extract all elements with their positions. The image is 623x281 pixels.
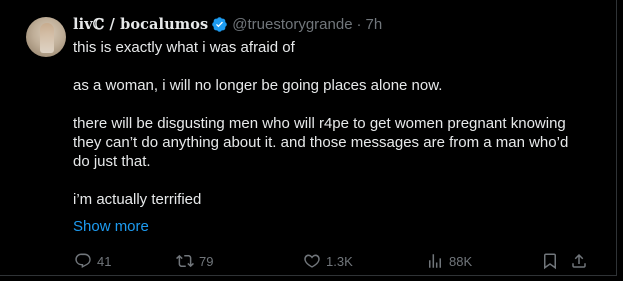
tweet-header: livℂ / bocalumos @truestorygrande · 7h [73,14,382,34]
reply-count: 41 [97,253,112,269]
repost-button[interactable]: 79 [176,250,213,272]
tweet-line: as a woman, i will no longer be going pl… [73,77,443,94]
avatar[interactable] [26,17,66,57]
show-more-link[interactable]: Show more [73,218,149,235]
tweet-text: this is exactly what i was afraid of as … [73,38,573,209]
timestamp[interactable]: 7h [366,16,383,33]
share-icon [572,253,586,268]
tweet-line: i’m actually terrified [73,191,202,208]
avatar-image [40,23,54,53]
views-count: 88K [449,253,473,269]
like-button[interactable]: 1.3K [303,250,353,272]
reply-button[interactable]: 41 [74,250,111,272]
tweet-line: this is exactly what i was afraid of [73,39,295,56]
heart-icon [304,254,320,268]
reply-icon [75,253,91,268]
share-button[interactable] [570,250,588,272]
tweet-line: there will be disgusting men who will r4… [73,115,569,170]
tweet-card[interactable]: livℂ / bocalumos @truestorygrande · 7h t… [0,0,617,276]
bookmark-icon [544,253,556,270]
display-name[interactable]: livℂ / bocalumos [73,16,208,33]
like-count: 1.3K [326,253,353,269]
handle[interactable]: @truestorygrande [232,16,352,33]
repost-icon [176,254,194,268]
views-icon [429,254,441,268]
action-bar: 41 79 1.3K 88K [0,250,617,272]
verified-badge-icon[interactable] [211,16,228,33]
views-button[interactable]: 88K [426,250,472,272]
bookmark-button[interactable] [541,250,559,272]
separator-dot: · [356,15,362,33]
repost-count: 79 [199,253,214,269]
